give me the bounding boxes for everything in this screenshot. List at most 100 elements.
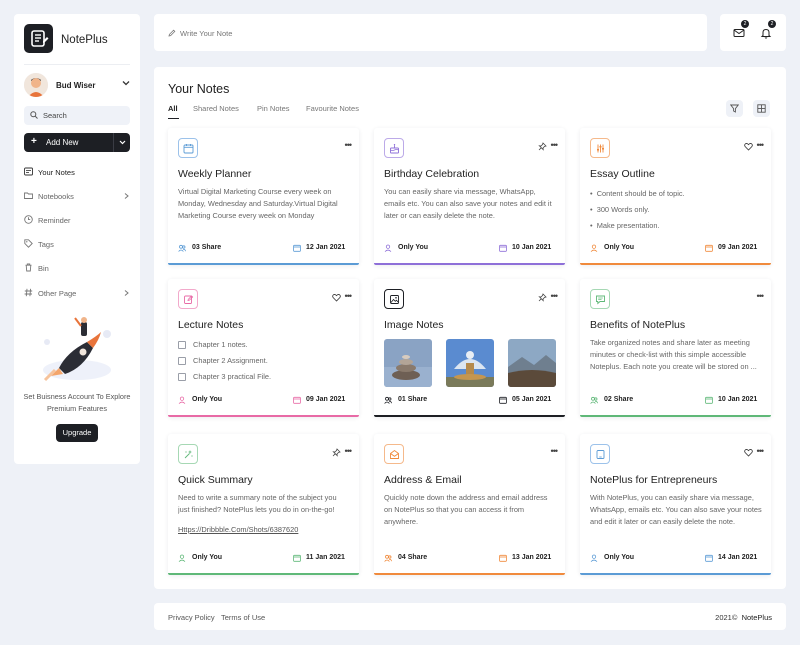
card-footer: Only You 09 Jan 2021 <box>590 243 761 253</box>
calendar-icon <box>499 554 507 562</box>
terms-of-use-link[interactable]: Terms of Use <box>221 613 265 622</box>
heart-icon[interactable] <box>744 142 753 151</box>
card-description: Need to write a summary note of the subj… <box>178 493 337 514</box>
calendar-icon <box>293 554 301 562</box>
note-card-lecture-notes[interactable]: ••• Lecture Notes Chapter 1 notes. Chapt… <box>168 279 359 417</box>
image-thumbnail-landscape[interactable] <box>508 339 556 387</box>
card-title: Image Notes <box>384 319 444 331</box>
bell-icon[interactable] <box>759 26 773 40</box>
filter-button[interactable] <box>726 100 743 117</box>
checkbox[interactable] <box>178 357 186 365</box>
grid-view-button[interactable] <box>753 100 770 117</box>
image-thumbnail-fountain[interactable] <box>446 339 494 387</box>
note-card-address-email[interactable]: ••• Address & Email Quickly note down th… <box>374 434 565 575</box>
note-card-noteplus-for-entrepreneurs[interactable]: ••• NotePlus for Entrepreneurs With Note… <box>580 434 771 575</box>
mail-icon[interactable] <box>732 26 746 40</box>
card-footer: 01 Share 05 Jan 2021 <box>384 395 555 405</box>
filter-icon <box>730 104 739 113</box>
more-icon[interactable]: ••• <box>757 291 765 301</box>
header-icons: 2 2 <box>720 14 786 51</box>
sidebar-item-label: Tags <box>38 240 54 249</box>
sidebar-item-label: Your Notes <box>38 168 75 177</box>
card-title: Address & Email <box>384 474 462 486</box>
note-card-birthday-celebration[interactable]: ••• Birthday Celebration You can easily … <box>374 128 565 265</box>
card-footer: 03 Share 12 Jan 2021 <box>178 243 349 253</box>
checkbox[interactable] <box>178 341 186 349</box>
checkbox[interactable] <box>178 373 186 381</box>
user-icon <box>590 554 598 562</box>
note-card-essay-outline[interactable]: ••• Essay Outline • Content should be of… <box>580 128 771 265</box>
trash-icon <box>25 263 32 272</box>
tab-shared-notes[interactable]: Shared Notes <box>193 104 239 113</box>
tab-pin-notes[interactable]: Pin Notes <box>257 104 290 113</box>
chevron-down-icon[interactable] <box>121 78 131 88</box>
card-date: 09 Jan 2021 <box>718 244 758 251</box>
sidebar-item-label: Bin <box>38 264 49 273</box>
checklist-item: Chapter 3 practical File. <box>193 372 272 381</box>
sidebar-item-tags[interactable]: Tags <box>24 237 134 251</box>
divider <box>24 64 130 65</box>
more-icon[interactable]: ••• <box>757 140 765 150</box>
card-link[interactable]: Https://Dribbble.Com/Shots/6387620 <box>178 525 298 534</box>
share-count: 02 Share <box>604 396 634 403</box>
note-card-quick-summary[interactable]: ••• Quick Summary Need to write a summar… <box>168 434 359 575</box>
chat-icon <box>590 289 610 309</box>
pin-icon[interactable] <box>538 142 547 151</box>
sidebar-item-your-notes[interactable]: Your Notes <box>24 165 134 179</box>
pin-icon[interactable] <box>332 448 341 457</box>
note-card-image-notes[interactable]: ••• Image Notes 01 Share 05 Jan 2021 <box>374 279 565 417</box>
search-icon <box>30 111 38 119</box>
search-input[interactable]: Search <box>24 106 130 125</box>
more-icon[interactable]: ••• <box>551 140 559 150</box>
more-icon[interactable]: ••• <box>345 291 353 301</box>
card-date: 11 Jan 2021 <box>306 554 345 561</box>
pin-icon[interactable] <box>538 293 547 302</box>
more-icon[interactable]: ••• <box>345 446 353 456</box>
more-icon[interactable]: ••• <box>757 446 765 456</box>
mail-open-icon <box>384 444 404 464</box>
active-tab-indicator <box>168 118 179 119</box>
checklist-item: Chapter 2 Assignment. <box>193 356 268 365</box>
upgrade-button[interactable]: Upgrade <box>56 424 98 442</box>
sidebar: NotePlus Bud Wiser Search + Add New Your… <box>14 14 140 464</box>
heart-icon[interactable] <box>332 293 341 302</box>
accent-bar <box>374 573 565 575</box>
user-icon <box>178 396 186 404</box>
add-new-label: Add New <box>46 138 79 147</box>
tab-all[interactable]: All <box>168 104 178 113</box>
card-footer: Only You 09 Jan 2021 <box>178 395 349 405</box>
card-description: Take organized notes and share later as … <box>590 338 757 371</box>
sidebar-item-bin[interactable]: Bin <box>24 261 134 275</box>
add-new-button[interactable]: + Add New <box>24 133 130 152</box>
page-footer: Privacy Policy Terms of Use 2021© NotePl… <box>154 603 786 630</box>
sidebar-item-notebooks[interactable]: Notebooks <box>24 189 134 203</box>
heart-icon[interactable] <box>744 448 753 457</box>
page-title: Your Notes <box>168 82 230 96</box>
sidebar-item-reminder[interactable]: Reminder <box>24 213 134 227</box>
chevron-down-icon[interactable] <box>118 138 127 147</box>
note-card-benefits-of-noteplus[interactable]: ••• Benefits of NotePlus Take organized … <box>580 279 771 417</box>
privacy-policy-link[interactable]: Privacy Policy <box>168 613 215 622</box>
users-icon <box>384 554 392 562</box>
user-icon <box>590 244 598 252</box>
bell-badge: 2 <box>768 20 776 28</box>
more-icon[interactable]: ••• <box>551 446 559 456</box>
tab-favourite-notes[interactable]: Favourite Notes <box>306 104 359 113</box>
pencil-icon <box>168 29 176 37</box>
more-icon[interactable]: ••• <box>551 291 559 301</box>
share-count: 03 Share <box>192 244 222 251</box>
card-date: 10 Jan 2021 <box>718 396 758 403</box>
bullet-item: • Make presentation. <box>590 221 660 230</box>
notes-panel: Your Notes All Shared Notes Pin Notes Fa… <box>154 67 786 589</box>
note-card-weekly-planner[interactable]: ••• Weekly Planner Virtual Digital Marke… <box>168 128 359 265</box>
card-title: Quick Summary <box>178 474 253 486</box>
avatar[interactable] <box>24 73 48 97</box>
logo-icon[interactable] <box>24 24 53 53</box>
card-date: 12 Jan 2021 <box>306 244 346 251</box>
image-thumbnail-stones[interactable] <box>384 339 432 387</box>
card-footer: Only You 10 Jan 2021 <box>384 243 555 253</box>
more-icon[interactable]: ••• <box>345 140 353 150</box>
write-note-input[interactable]: Write Your Note <box>154 14 707 51</box>
sidebar-item-other-page[interactable]: Other Page <box>24 286 134 300</box>
card-date: 05 Jan 2021 <box>512 396 552 403</box>
